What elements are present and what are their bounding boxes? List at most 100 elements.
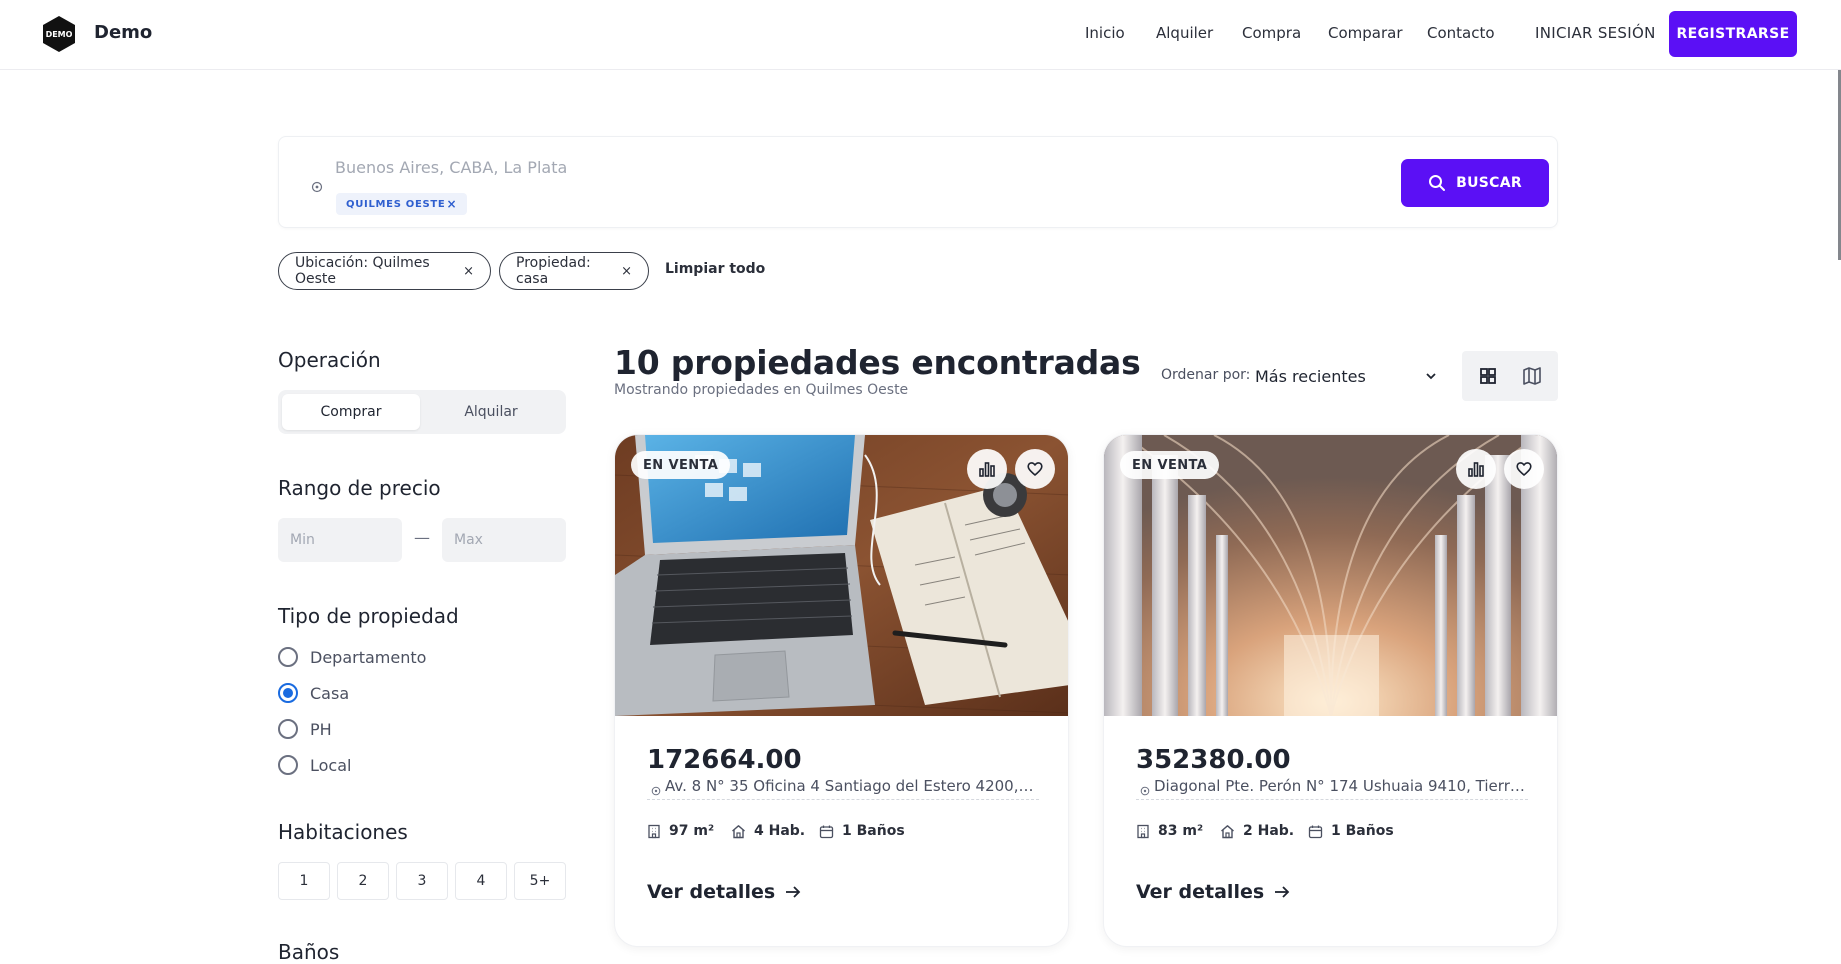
sort-label: Ordenar por: — [1161, 367, 1251, 383]
type-option-casa[interactable]: Casa — [278, 683, 349, 703]
rooms-option-3[interactable]: 3 — [396, 862, 448, 900]
grid-view-icon — [1480, 368, 1496, 384]
filter-property-label: Propiedad: casa — [516, 255, 591, 287]
building-icon — [1137, 824, 1149, 838]
area-value: 97 m² — [669, 823, 715, 839]
search-button[interactable]: BUSCAR — [1401, 159, 1549, 207]
property-price: 172664.00 — [647, 745, 802, 775]
property-price: 352380.00 — [1136, 745, 1291, 775]
calendar-icon — [1308, 825, 1323, 838]
top-navbar: DEMO Demo Inicio Alquiler Compra Compara… — [0, 0, 1841, 70]
type-option-ph[interactable]: PH — [278, 719, 332, 739]
clear-all-filters-link[interactable]: Limpiar todo — [665, 261, 765, 277]
compare-button[interactable] — [1456, 449, 1496, 489]
price-min-input[interactable] — [278, 518, 402, 562]
baths-value: 1 Baños — [1331, 823, 1394, 839]
chart-icon — [979, 462, 995, 477]
map-view-button[interactable] — [1516, 360, 1548, 392]
grid-view-button[interactable] — [1472, 360, 1504, 392]
rooms-option-5plus[interactable]: 5+ — [514, 862, 566, 900]
remove-location-filter-icon[interactable]: × — [463, 264, 474, 279]
nav-compra[interactable]: Compra — [1242, 24, 1301, 42]
operation-title: Operación — [278, 348, 381, 372]
brand-name[interactable]: Demo — [94, 22, 152, 43]
radio-local[interactable] — [278, 755, 298, 775]
details-label: Ver detalles — [647, 881, 776, 903]
nav-alquiler[interactable]: Alquiler — [1156, 24, 1213, 42]
rooms-value: 4 Hab. — [754, 823, 806, 839]
nav-contacto[interactable]: Contacto — [1427, 24, 1495, 42]
baths-title: Baños — [278, 940, 340, 964]
property-image-cathedral[interactable]: EN VENTA — [1104, 435, 1557, 716]
property-image-laptop-desk[interactable]: EN VENTA — [615, 435, 1068, 716]
operation-toggle: Comprar Alquilar — [278, 390, 566, 434]
property-address: Av. 8 N° 35 Oficina 4 Santiago del Ester… — [665, 777, 1037, 795]
chart-icon — [1468, 462, 1484, 477]
building-icon — [648, 824, 660, 838]
property-card[interactable]: EN VENTA 352380.00 Diagonal Pte. Perón N… — [1103, 434, 1558, 947]
sort-select[interactable]: Más recientes — [1255, 364, 1437, 388]
radio-departamento[interactable] — [278, 647, 298, 667]
price-range-title: Rango de precio — [278, 476, 441, 500]
type-label: Local — [310, 755, 352, 775]
feature-baths: 1 Baños — [1308, 823, 1394, 839]
nav-inicio[interactable]: Inicio — [1085, 24, 1125, 42]
search-icon — [1429, 175, 1446, 191]
operation-rent-button[interactable]: Alquilar — [422, 394, 560, 430]
feature-baths: 1 Baños — [819, 823, 905, 839]
radio-ph[interactable] — [278, 719, 298, 739]
rooms-option-2[interactable]: 2 — [337, 862, 389, 900]
svg-text:DEMO: DEMO — [46, 30, 73, 39]
home-icon — [1221, 824, 1234, 838]
property-type-title: Tipo de propiedad — [278, 604, 459, 628]
type-option-local[interactable]: Local — [278, 755, 351, 775]
feature-area: 97 m² — [647, 823, 714, 839]
favorite-button[interactable] — [1015, 449, 1055, 489]
sale-badge: EN VENTA — [1120, 451, 1220, 479]
heart-icon — [1027, 462, 1043, 476]
sort-value: Más recientes — [1255, 366, 1366, 386]
property-address: Diagonal Pte. Perón N° 174 Ushuaia 9410,… — [1154, 777, 1526, 795]
address-divider — [647, 799, 1039, 800]
rooms-option-4[interactable]: 4 — [455, 862, 507, 900]
type-label: Departamento — [310, 647, 427, 667]
view-details-link[interactable]: Ver detalles — [647, 881, 801, 903]
baths-value: 1 Baños — [842, 823, 905, 839]
filter-pill-property: Propiedad: casa × — [499, 252, 649, 290]
view-mode-toggle — [1462, 351, 1558, 401]
demo-logo-icon[interactable]: DEMO — [40, 15, 78, 53]
radio-casa[interactable] — [278, 683, 298, 703]
arrow-right-icon — [1275, 886, 1290, 898]
property-card[interactable]: EN VENTA 172664.00 Av. 8 N° 35 Oficina 4… — [614, 434, 1069, 947]
rooms-title: Habitaciones — [278, 820, 408, 844]
type-option-departamento[interactable]: Departamento — [278, 647, 426, 667]
location-pin-icon — [311, 181, 323, 193]
filter-pill-location: Ubicación: Quilmes Oeste × — [278, 252, 491, 290]
compare-button[interactable] — [967, 449, 1007, 489]
nav-comparar[interactable]: Comparar — [1328, 24, 1403, 42]
favorite-button[interactable] — [1504, 449, 1544, 489]
search-button-label: BUSCAR — [1456, 175, 1522, 191]
home-icon — [732, 824, 745, 838]
price-max-input[interactable] — [442, 518, 566, 562]
details-label: Ver detalles — [1136, 881, 1265, 903]
sale-badge: EN VENTA — [631, 451, 731, 479]
heart-icon — [1516, 462, 1532, 476]
view-details-link[interactable]: Ver detalles — [1136, 881, 1290, 903]
results-count-title: 10 propiedades encontradas — [614, 343, 1141, 382]
search-panel: QUILMES OESTE × BUSCAR — [278, 136, 1558, 228]
price-separator: — — [414, 528, 430, 547]
calendar-icon — [819, 825, 834, 838]
operation-buy-button[interactable]: Comprar — [282, 394, 420, 430]
type-label: Casa — [310, 683, 350, 703]
feature-area: 83 m² — [1136, 823, 1203, 839]
signin-link[interactable]: INICIAR SESIÓN — [1535, 24, 1656, 42]
search-input[interactable] — [335, 155, 1235, 179]
arrow-right-icon — [786, 886, 801, 898]
rooms-option-1[interactable]: 1 — [278, 862, 330, 900]
remove-property-filter-icon[interactable]: × — [621, 264, 632, 279]
chip-label: QUILMES OESTE — [346, 198, 446, 210]
chip-close-icon[interactable]: × — [446, 197, 457, 211]
location-chip[interactable]: QUILMES OESTE × — [336, 193, 468, 215]
register-button[interactable]: REGISTRARSE — [1669, 11, 1797, 57]
